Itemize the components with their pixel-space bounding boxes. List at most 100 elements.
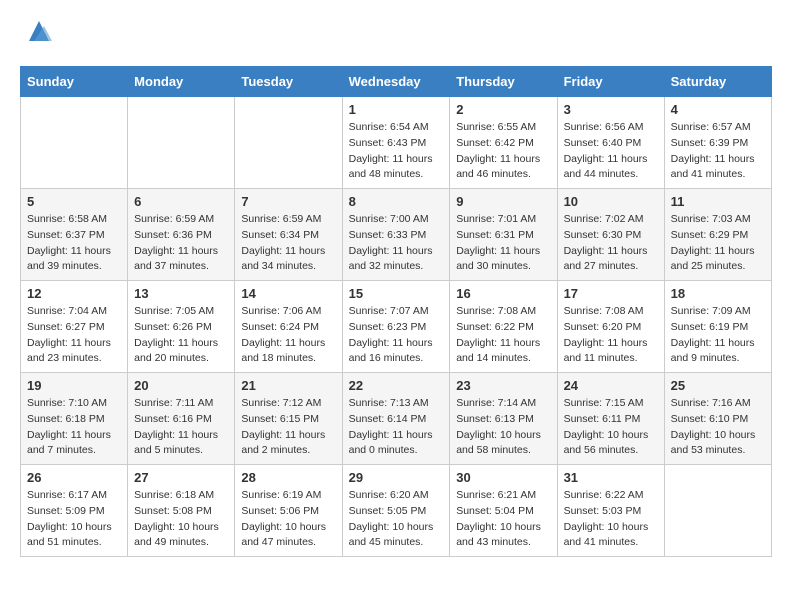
calendar-cell: 11 Sunrise: 7:03 AM Sunset: 6:29 PM Dayli…: [664, 189, 771, 281]
day-number: 1: [349, 102, 444, 117]
calendar-cell: 7 Sunrise: 6:59 AM Sunset: 6:34 PM Daylig…: [235, 189, 342, 281]
day-number: 30: [456, 470, 550, 485]
day-number: 18: [671, 286, 765, 301]
calendar-cell: 1 Sunrise: 6:54 AM Sunset: 6:43 PM Daylig…: [342, 97, 450, 189]
day-info: Sunrise: 7:10 AM Sunset: 6:18 PM Dayligh…: [27, 396, 121, 459]
day-info: Sunrise: 6:19 AM Sunset: 5:06 PM Dayligh…: [241, 488, 335, 551]
calendar-cell: [235, 97, 342, 189]
day-info: Sunrise: 7:12 AM Sunset: 6:15 PM Dayligh…: [241, 396, 335, 459]
weekday-header: Saturday: [664, 67, 771, 97]
day-info: Sunrise: 7:05 AM Sunset: 6:26 PM Dayligh…: [134, 304, 228, 367]
day-info: Sunrise: 7:06 AM Sunset: 6:24 PM Dayligh…: [241, 304, 335, 367]
day-number: 24: [564, 378, 658, 393]
weekday-header: Monday: [128, 67, 235, 97]
calendar-cell: 14Sunrise: 7:06 AM Sunset: 6:24 PM Dayli…: [235, 281, 342, 373]
calendar-cell: 22Sunrise: 7:13 AM Sunset: 6:14 PM Dayli…: [342, 373, 450, 465]
day-info: Sunrise: 7:13 AM Sunset: 6:14 PM Dayligh…: [349, 396, 444, 459]
calendar-week-row: 19 Sunrise: 7:10 AM Sunset: 6:18 PM Dayli…: [21, 373, 772, 465]
day-number: 5: [27, 194, 121, 209]
day-info: Sunrise: 7:16 AM Sunset: 6:10 PM Dayligh…: [671, 396, 765, 459]
calendar-cell: 30 Sunrise: 6:21 AM Sunset: 5:04 PM Dayli…: [450, 465, 557, 557]
calendar-cell: 15 Sunrise: 7:07 AM Sunset: 6:23 PM Dayli…: [342, 281, 450, 373]
calendar-table: SundayMondayTuesdayWednesdayThursdayFrid…: [20, 66, 772, 557]
day-info: Sunrise: 6:59 AM Sunset: 6:34 PM Dayligh…: [241, 212, 335, 275]
day-info: Sunrise: 7:15 AM Sunset: 6:11 PM Dayligh…: [564, 396, 658, 459]
weekday-header: Friday: [557, 67, 664, 97]
calendar-cell: [664, 465, 771, 557]
weekday-header: Tuesday: [235, 67, 342, 97]
day-number: 13: [134, 286, 228, 301]
calendar-cell: 29Sunrise: 6:20 AM Sunset: 5:05 PM Dayli…: [342, 465, 450, 557]
calendar-cell: 2 Sunrise: 6:55 AM Sunset: 6:42 PM Daylig…: [450, 97, 557, 189]
day-info: Sunrise: 7:07 AM Sunset: 6:23 PM Dayligh…: [349, 304, 444, 367]
calendar-cell: 9 Sunrise: 7:01 AM Sunset: 6:31 PM Daylig…: [450, 189, 557, 281]
calendar-cell: 5 Sunrise: 6:58 AM Sunset: 6:37 PM Daylig…: [21, 189, 128, 281]
day-info: Sunrise: 6:59 AM Sunset: 6:36 PM Dayligh…: [134, 212, 228, 275]
calendar-cell: 10 Sunrise: 7:02 AM Sunset: 6:30 PM Dayli…: [557, 189, 664, 281]
logo-icon: [24, 16, 54, 46]
day-info: Sunrise: 7:01 AM Sunset: 6:31 PM Dayligh…: [456, 212, 550, 275]
day-info: Sunrise: 7:02 AM Sunset: 6:30 PM Dayligh…: [564, 212, 658, 275]
calendar-cell: 28Sunrise: 6:19 AM Sunset: 5:06 PM Dayli…: [235, 465, 342, 557]
weekday-header-row: SundayMondayTuesdayWednesdayThursdayFrid…: [21, 67, 772, 97]
calendar-cell: 12 Sunrise: 7:04 AM Sunset: 6:27 PM Dayli…: [21, 281, 128, 373]
day-number: 11: [671, 194, 765, 209]
day-number: 12: [27, 286, 121, 301]
calendar-cell: 8Sunrise: 7:00 AM Sunset: 6:33 PM Daylig…: [342, 189, 450, 281]
day-info: Sunrise: 7:03 AM Sunset: 6:29 PM Dayligh…: [671, 212, 765, 275]
day-info: Sunrise: 6:57 AM Sunset: 6:39 PM Dayligh…: [671, 120, 765, 183]
calendar-cell: 19 Sunrise: 7:10 AM Sunset: 6:18 PM Dayli…: [21, 373, 128, 465]
day-info: Sunrise: 7:04 AM Sunset: 6:27 PM Dayligh…: [27, 304, 121, 367]
day-number: 26: [27, 470, 121, 485]
day-info: Sunrise: 6:17 AM Sunset: 5:09 PM Dayligh…: [27, 488, 121, 551]
calendar-cell: 26 Sunrise: 6:17 AM Sunset: 5:09 PM Dayli…: [21, 465, 128, 557]
day-info: Sunrise: 6:22 AM Sunset: 5:03 PM Dayligh…: [564, 488, 658, 551]
calendar-week-row: 12 Sunrise: 7:04 AM Sunset: 6:27 PM Dayli…: [21, 281, 772, 373]
day-info: Sunrise: 7:00 AM Sunset: 6:33 PM Dayligh…: [349, 212, 444, 275]
day-number: 31: [564, 470, 658, 485]
calendar-cell: 13 Sunrise: 7:05 AM Sunset: 6:26 PM Dayli…: [128, 281, 235, 373]
day-info: Sunrise: 7:08 AM Sunset: 6:20 PM Dayligh…: [564, 304, 658, 367]
weekday-header: Wednesday: [342, 67, 450, 97]
day-number: 16: [456, 286, 550, 301]
day-number: 10: [564, 194, 658, 209]
day-number: 15: [349, 286, 444, 301]
weekday-header: Sunday: [21, 67, 128, 97]
day-info: Sunrise: 6:18 AM Sunset: 5:08 PM Dayligh…: [134, 488, 228, 551]
calendar-cell: [128, 97, 235, 189]
day-number: 3: [564, 102, 658, 117]
day-number: 17: [564, 286, 658, 301]
day-number: 9: [456, 194, 550, 209]
day-number: 21: [241, 378, 335, 393]
day-info: Sunrise: 6:58 AM Sunset: 6:37 PM Dayligh…: [27, 212, 121, 275]
day-number: 2: [456, 102, 550, 117]
day-number: 27: [134, 470, 228, 485]
calendar-cell: 3Sunrise: 6:56 AM Sunset: 6:40 PM Daylig…: [557, 97, 664, 189]
calendar-cell: [21, 97, 128, 189]
calendar-cell: 24 Sunrise: 7:15 AM Sunset: 6:11 PM Dayli…: [557, 373, 664, 465]
calendar-cell: 18 Sunrise: 7:09 AM Sunset: 6:19 PM Dayli…: [664, 281, 771, 373]
calendar-week-row: 26 Sunrise: 6:17 AM Sunset: 5:09 PM Dayli…: [21, 465, 772, 557]
day-info: Sunrise: 6:21 AM Sunset: 5:04 PM Dayligh…: [456, 488, 550, 551]
day-info: Sunrise: 7:09 AM Sunset: 6:19 PM Dayligh…: [671, 304, 765, 367]
calendar-cell: 16 Sunrise: 7:08 AM Sunset: 6:22 PM Dayli…: [450, 281, 557, 373]
day-info: Sunrise: 7:08 AM Sunset: 6:22 PM Dayligh…: [456, 304, 550, 367]
day-number: 29: [349, 470, 444, 485]
day-info: Sunrise: 6:54 AM Sunset: 6:43 PM Dayligh…: [349, 120, 444, 183]
calendar-cell: 17 Sunrise: 7:08 AM Sunset: 6:20 PM Dayli…: [557, 281, 664, 373]
calendar-cell: 27 Sunrise: 6:18 AM Sunset: 5:08 PM Dayli…: [128, 465, 235, 557]
day-number: 20: [134, 378, 228, 393]
weekday-header: Thursday: [450, 67, 557, 97]
day-info: Sunrise: 7:11 AM Sunset: 6:16 PM Dayligh…: [134, 396, 228, 459]
day-number: 4: [671, 102, 765, 117]
calendar-cell: 31 Sunrise: 6:22 AM Sunset: 5:03 PM Dayli…: [557, 465, 664, 557]
day-info: Sunrise: 6:55 AM Sunset: 6:42 PM Dayligh…: [456, 120, 550, 183]
logo: [20, 20, 54, 50]
day-info: Sunrise: 7:14 AM Sunset: 6:13 PM Dayligh…: [456, 396, 550, 459]
day-number: 19: [27, 378, 121, 393]
calendar-cell: 6Sunrise: 6:59 AM Sunset: 6:36 PM Daylig…: [128, 189, 235, 281]
calendar-cell: 25Sunrise: 7:16 AM Sunset: 6:10 PM Dayli…: [664, 373, 771, 465]
calendar-cell: 23Sunrise: 7:14 AM Sunset: 6:13 PM Dayli…: [450, 373, 557, 465]
day-number: 7: [241, 194, 335, 209]
calendar-cell: 20 Sunrise: 7:11 AM Sunset: 6:16 PM Dayli…: [128, 373, 235, 465]
